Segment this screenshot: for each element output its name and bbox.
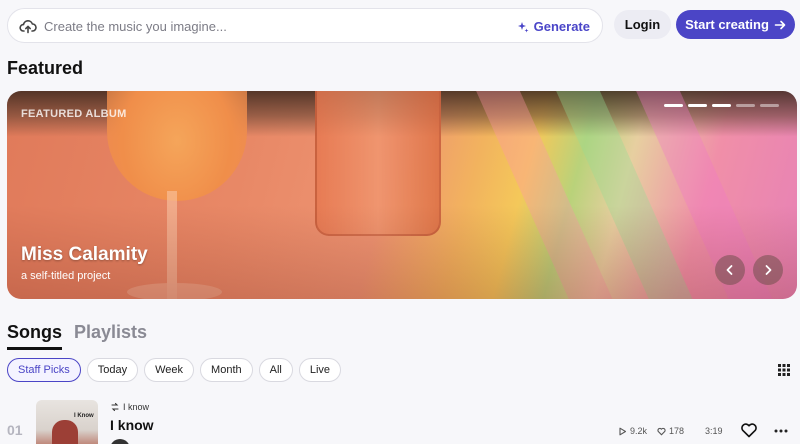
featured-album-label: FEATURED ALBUM: [21, 108, 127, 120]
filter-chips: Staff Picks Today Week Month All Live: [7, 358, 342, 382]
banner-shade: [7, 91, 797, 299]
like-button[interactable]: [740, 422, 758, 438]
prompt-box: Generate: [7, 8, 603, 43]
tab-playlists[interactable]: Playlists: [74, 322, 147, 350]
carousel-dot[interactable]: [688, 104, 707, 107]
play-count: 9.2k: [618, 426, 647, 436]
heart-outline-icon: [657, 427, 666, 435]
filter-today[interactable]: Today: [86, 358, 139, 382]
avatar[interactable]: [110, 439, 130, 444]
top-bar: Generate Login Start creating: [7, 8, 795, 43]
start-creating-label: Start creating: [685, 17, 769, 32]
sparkle-icon: [517, 21, 529, 32]
song-row[interactable]: 01 I Know I know I know 9.2k 178 3:19: [0, 398, 800, 444]
chevron-left-icon: [726, 265, 733, 275]
filter-all[interactable]: All: [258, 358, 293, 382]
carousel-dot[interactable]: [712, 104, 731, 107]
filter-live[interactable]: Live: [298, 358, 342, 382]
cover-title-text: I Know: [74, 413, 94, 419]
song-title[interactable]: I know: [110, 417, 154, 433]
grid-icon: [778, 364, 790, 376]
prompt-input[interactable]: [44, 15, 494, 37]
featured-banner[interactable]: FEATURED ALBUM Miss Calamity a self-titl…: [7, 91, 797, 299]
chevron-right-icon: [765, 265, 772, 275]
carousel-dot[interactable]: [664, 104, 683, 107]
more-horizontal-icon: [774, 429, 788, 433]
album-subtitle: a self-titled project: [21, 270, 111, 282]
like-count-value: 178: [669, 426, 685, 436]
more-options-button[interactable]: [773, 424, 789, 434]
featured-heading: Featured: [7, 58, 84, 78]
heart-icon: [741, 423, 757, 438]
filter-month[interactable]: Month: [200, 358, 253, 382]
grid-view-button[interactable]: [774, 360, 794, 380]
album-title[interactable]: Miss Calamity: [21, 244, 148, 266]
like-count: 178: [657, 426, 684, 436]
cover-figure: [52, 420, 78, 444]
arrow-right-icon: [774, 20, 786, 29]
content-tabs: Songs Playlists: [7, 322, 147, 350]
carousel-prev-button[interactable]: [715, 255, 745, 285]
filter-week[interactable]: Week: [144, 358, 195, 382]
song-duration: 3:19: [705, 426, 723, 436]
carousel-indicators: [664, 104, 779, 107]
filter-staff-picks[interactable]: Staff Picks: [7, 358, 81, 382]
carousel-next-button[interactable]: [753, 255, 783, 285]
cloud-upload-icon: [19, 20, 37, 34]
song-index: 01: [7, 422, 23, 438]
song-cover[interactable]: I Know: [36, 400, 98, 444]
generate-button[interactable]: Generate: [517, 16, 590, 37]
carousel-dot[interactable]: [736, 104, 755, 107]
song-meta-text: I know: [123, 402, 150, 412]
carousel-dot[interactable]: [760, 104, 779, 107]
login-button[interactable]: Login: [614, 10, 671, 39]
generate-label: Generate: [533, 19, 590, 34]
start-creating-button[interactable]: Start creating: [676, 10, 795, 39]
remix-icon: [111, 402, 119, 412]
song-meta: I know: [110, 402, 149, 412]
tab-songs[interactable]: Songs: [7, 322, 63, 350]
play-icon: [619, 427, 627, 435]
play-count-value: 9.2k: [630, 426, 648, 436]
